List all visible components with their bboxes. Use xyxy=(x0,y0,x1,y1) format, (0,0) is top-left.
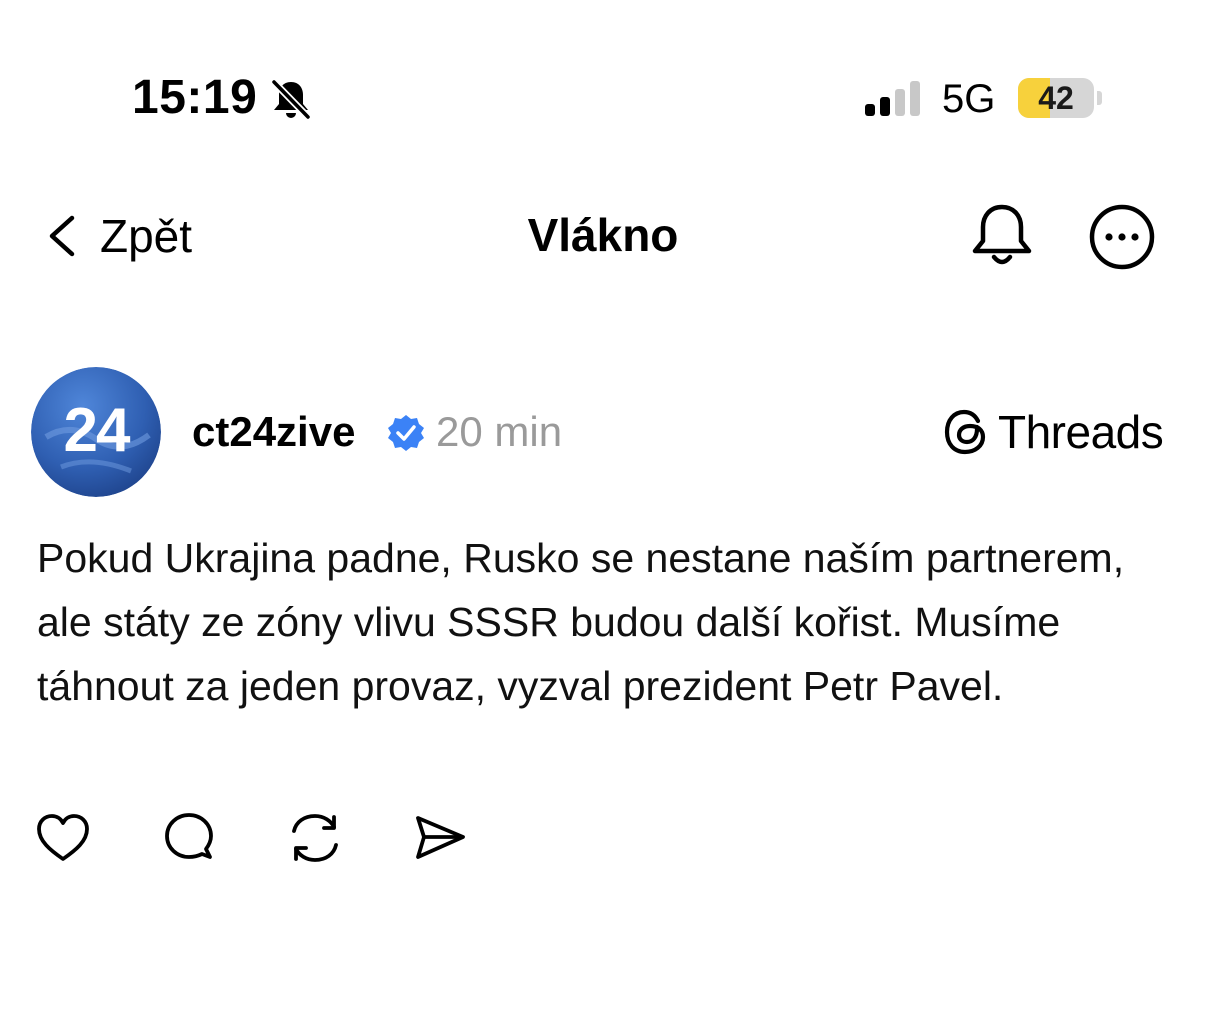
verified-badge-icon xyxy=(388,415,424,451)
platform-label: Threads xyxy=(998,406,1164,458)
bell-icon[interactable] xyxy=(964,197,1040,273)
comment-icon[interactable] xyxy=(158,807,220,869)
network-type: 5G xyxy=(942,77,996,121)
chevron-left-icon xyxy=(49,215,75,257)
bell-slash-icon xyxy=(271,79,311,120)
post-text: Pokud Ukrajina padne, Rusko se nestane n… xyxy=(37,535,1125,709)
more-horizontal-icon[interactable] xyxy=(1084,199,1160,275)
signal-icon xyxy=(865,81,920,116)
share-icon[interactable] xyxy=(409,807,471,869)
avatar-label: 24 xyxy=(63,396,131,465)
battery-indicator: 42 xyxy=(1018,78,1104,118)
back-label: Zpět xyxy=(100,210,193,262)
avatar[interactable]: 24 xyxy=(31,367,161,497)
username[interactable]: ct24zive xyxy=(192,406,355,458)
heart-icon[interactable] xyxy=(32,807,94,869)
threads-logo-icon xyxy=(944,409,986,455)
battery-level: 42 xyxy=(1038,80,1074,116)
page-title: Vlákno xyxy=(527,209,679,261)
repost-icon[interactable] xyxy=(284,807,346,869)
threads-brand[interactable]: Threads xyxy=(942,406,1164,458)
status-time: 15:19 xyxy=(132,71,258,124)
back-button[interactable]: Zpět xyxy=(44,206,192,266)
post-time: 20 min xyxy=(436,408,563,455)
